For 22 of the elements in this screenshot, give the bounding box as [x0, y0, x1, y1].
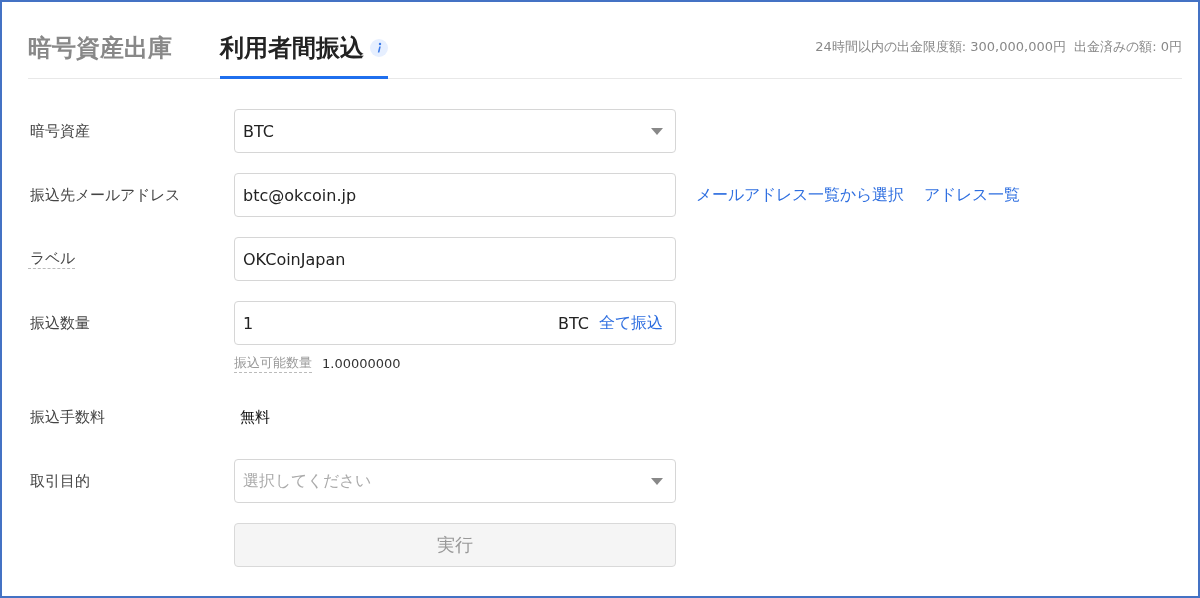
field-label: 振込数量: [29, 313, 90, 333]
available-amount-value: 1.00000000: [322, 355, 401, 371]
link[interactable]: アドレス一覧: [924, 184, 1020, 206]
amount-field[interactable]: 1 BTC 全て振込: [234, 301, 676, 345]
info-icon[interactable]: [370, 38, 388, 57]
tab[interactable]: 利用者間振込: [220, 27, 388, 79]
input-field[interactable]: OKCoinJapan: [234, 237, 676, 281]
select-field[interactable]: BTC: [234, 109, 676, 153]
dropdown-caret-icon: [651, 127, 663, 135]
input-field[interactable]: btc@okcoin.jp: [234, 173, 676, 217]
available-amount-label: 振込可能数量: [234, 353, 312, 373]
field-label: ラベル: [28, 249, 75, 269]
fee-value: 無料: [239, 407, 271, 427]
link[interactable]: メールアドレス一覧から選択: [696, 184, 904, 206]
field-label: 振込手数料: [29, 407, 105, 427]
withdrawal-limit-text: 24時間以内の出金限度額: 300,000,000円 出金済みの額: 0円: [815, 38, 1182, 56]
tab[interactable]: 暗号資産出庫: [28, 27, 172, 79]
field-label: 取引目的: [29, 471, 90, 491]
dropdown-caret-icon: [651, 477, 663, 485]
field-label: 暗号資産: [29, 121, 90, 141]
transfer-all-link[interactable]: 全て振込: [599, 312, 663, 334]
field-label: 振込先メールアドレス: [29, 185, 180, 205]
